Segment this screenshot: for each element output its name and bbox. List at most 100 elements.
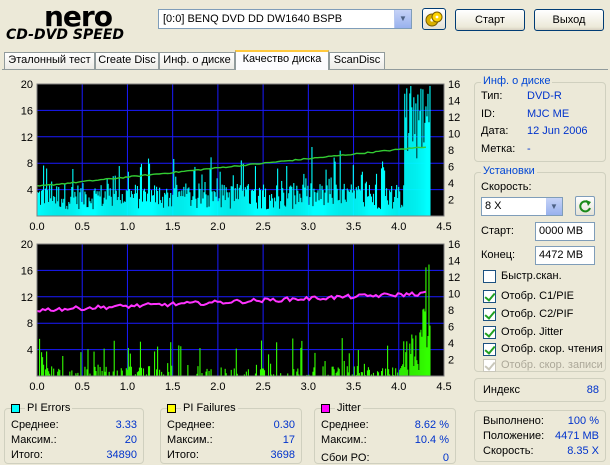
x-tick-label: 4.5	[436, 381, 451, 393]
pi-errors-swatch	[11, 404, 20, 413]
bar	[196, 207, 198, 216]
tab-disc-info[interactable]: Инф. о диске	[159, 52, 235, 69]
tab-scandisc[interactable]: ScanDisc	[329, 52, 385, 69]
bar	[262, 184, 265, 216]
bar	[402, 364, 404, 376]
bar	[406, 88, 408, 216]
start-button[interactable]: Старт	[455, 9, 525, 31]
bar	[128, 189, 130, 216]
bar	[340, 203, 342, 216]
logo-cdspeed-text: CD-DVD SPEED	[6, 27, 125, 43]
tab-disc-quality[interactable]: Качество диска	[235, 50, 329, 70]
bar	[138, 367, 140, 376]
bar	[84, 366, 86, 376]
tab-create-disc[interactable]: Create Disc	[95, 52, 159, 69]
bar	[198, 183, 200, 216]
bar	[41, 190, 43, 216]
bar	[424, 311, 426, 376]
jitter-title: Jitter	[335, 402, 363, 414]
bar	[191, 200, 193, 216]
bar	[406, 341, 408, 376]
show-c2-pif-checkbox[interactable]	[483, 308, 496, 321]
bar	[229, 208, 231, 216]
end-mb-input[interactable]: 4472 MB	[535, 246, 595, 265]
bar	[233, 201, 235, 216]
bar	[122, 202, 124, 216]
bar	[92, 209, 94, 216]
bar	[184, 196, 186, 216]
bar	[278, 196, 280, 216]
pi-failures-total-label: Итого:	[167, 449, 199, 461]
pi-errors-stats: PI Errors Среднее: 3.33 Максим.: 20 Итог…	[4, 402, 144, 464]
bar	[416, 158, 418, 216]
bar	[270, 363, 272, 376]
speed-select[interactable]: 8 X ▼	[481, 197, 563, 216]
bar	[144, 191, 147, 216]
y-right-tick-label: 4	[448, 178, 454, 190]
chevron-down-icon[interactable]: ▼	[546, 198, 562, 215]
y-right-tick-label: 2	[448, 195, 454, 207]
index-box: Индекс 88	[474, 378, 606, 402]
tab-benchmark[interactable]: Эталонный тест	[4, 52, 95, 69]
bar	[306, 196, 308, 216]
bar	[396, 184, 398, 216]
bar	[422, 309, 424, 376]
bar	[140, 367, 143, 376]
bar	[300, 197, 302, 216]
bar	[314, 192, 316, 216]
bar	[268, 354, 270, 376]
pi-errors-title: PI Errors	[25, 402, 73, 414]
bar	[346, 188, 348, 216]
bar	[169, 197, 171, 216]
bar	[342, 189, 344, 216]
bar	[399, 369, 401, 376]
bar	[294, 195, 296, 216]
bar	[368, 184, 370, 216]
bar	[420, 329, 422, 376]
bar	[159, 187, 161, 216]
y-right-tick-label: 8	[448, 145, 454, 157]
bar	[56, 186, 58, 216]
show-write-speed-checkbox[interactable]	[483, 359, 496, 372]
bar	[137, 208, 139, 216]
bar	[405, 117, 407, 216]
bar	[152, 195, 154, 216]
bar	[230, 369, 232, 376]
bar	[285, 206, 287, 216]
bar	[231, 186, 233, 216]
chevron-down-icon[interactable]: ▼	[394, 10, 411, 28]
bar	[230, 186, 232, 216]
bar	[136, 372, 138, 376]
bar	[283, 192, 285, 216]
bar	[194, 166, 196, 216]
refresh-button[interactable]	[575, 196, 595, 216]
show-c1-pie-checkbox[interactable]	[483, 290, 496, 303]
bar	[291, 186, 293, 216]
pi-failures-total-value: 3698	[270, 449, 295, 461]
exit-button[interactable]: Выход	[534, 9, 604, 31]
show-read-speed-checkbox[interactable]	[483, 343, 496, 356]
x-tick-label: 2.0	[210, 221, 225, 233]
bar	[296, 371, 298, 376]
bar	[325, 169, 327, 216]
bar	[64, 184, 66, 216]
jitter-max-label: Максим.:	[321, 434, 367, 446]
bar	[338, 368, 340, 376]
bar	[233, 368, 235, 376]
bar	[326, 185, 328, 216]
bar	[311, 146, 313, 216]
drive-select[interactable]: [0:0] BENQ DVD DD DW1640 BSPB ▼	[158, 9, 412, 29]
bar	[179, 191, 181, 216]
quick-scan-checkbox[interactable]	[483, 270, 496, 283]
bar	[157, 190, 159, 216]
bar	[367, 196, 369, 216]
eject-button[interactable]	[422, 8, 446, 30]
po-failures-value: 0	[442, 452, 449, 464]
start-mb-input[interactable]: 0000 MB	[535, 222, 595, 241]
show-jitter-checkbox[interactable]	[483, 326, 496, 339]
bar	[119, 200, 121, 216]
bar	[410, 354, 412, 376]
bar	[197, 197, 199, 216]
show-read-speed-label: Отобр. скор. чтения	[501, 343, 603, 355]
bar	[117, 196, 119, 216]
